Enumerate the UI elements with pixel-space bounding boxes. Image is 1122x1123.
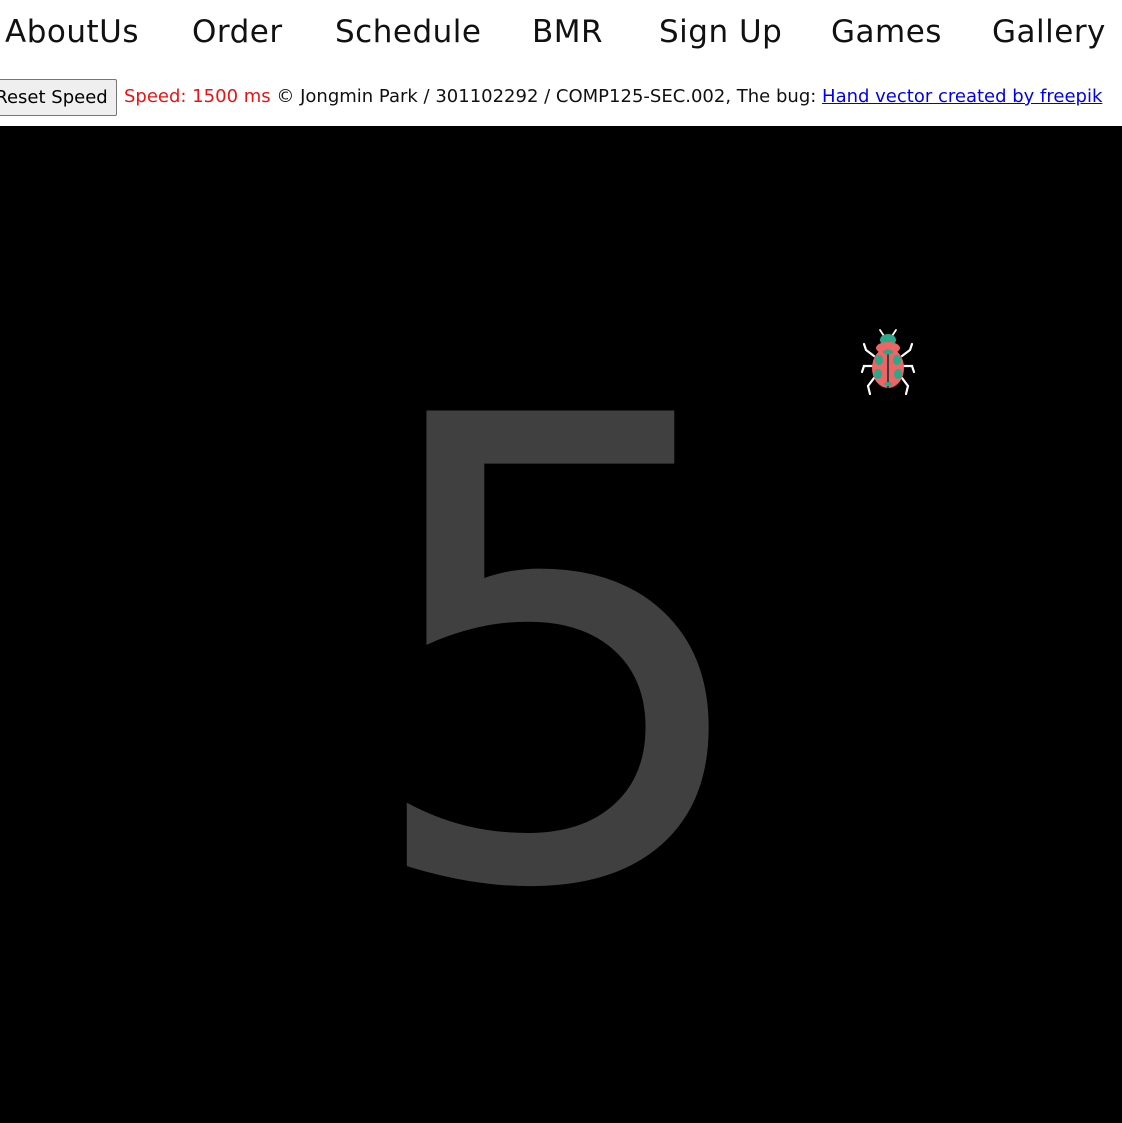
nav-link-games[interactable]: Games bbox=[831, 12, 942, 52]
game-toolbar: Reset Speed Speed: 1500 ms © Jongmin Par… bbox=[0, 76, 1122, 120]
copyright-text: © Jongmin Park / 301102292 / COMP125-SEC… bbox=[276, 86, 823, 107]
game-area[interactable]: 5 bbox=[0, 126, 1122, 1123]
nav-link-bmr[interactable]: BMR bbox=[532, 12, 603, 52]
nav-link-order[interactable]: Order bbox=[192, 12, 283, 52]
bug-icon[interactable] bbox=[860, 328, 916, 400]
nav-link-gallery[interactable]: Gallery bbox=[992, 12, 1106, 52]
top-navigation: AboutUs Order Schedule BMR Sign Up Games… bbox=[0, 0, 1122, 66]
nav-link-schedule[interactable]: Schedule bbox=[335, 12, 481, 52]
nav-link-aboutus[interactable]: AboutUs bbox=[5, 12, 139, 52]
speed-readout: Speed: 1500 ms bbox=[124, 86, 271, 107]
info-line: Speed: 1500 ms © Jongmin Park / 30110229… bbox=[124, 85, 1102, 109]
image-credit-link[interactable]: Hand vector created by freepik bbox=[822, 86, 1102, 107]
reset-speed-button[interactable]: Reset Speed bbox=[0, 79, 117, 116]
countdown-number: 5 bbox=[357, 283, 765, 1028]
nav-link-sign-up[interactable]: Sign Up bbox=[659, 12, 782, 52]
